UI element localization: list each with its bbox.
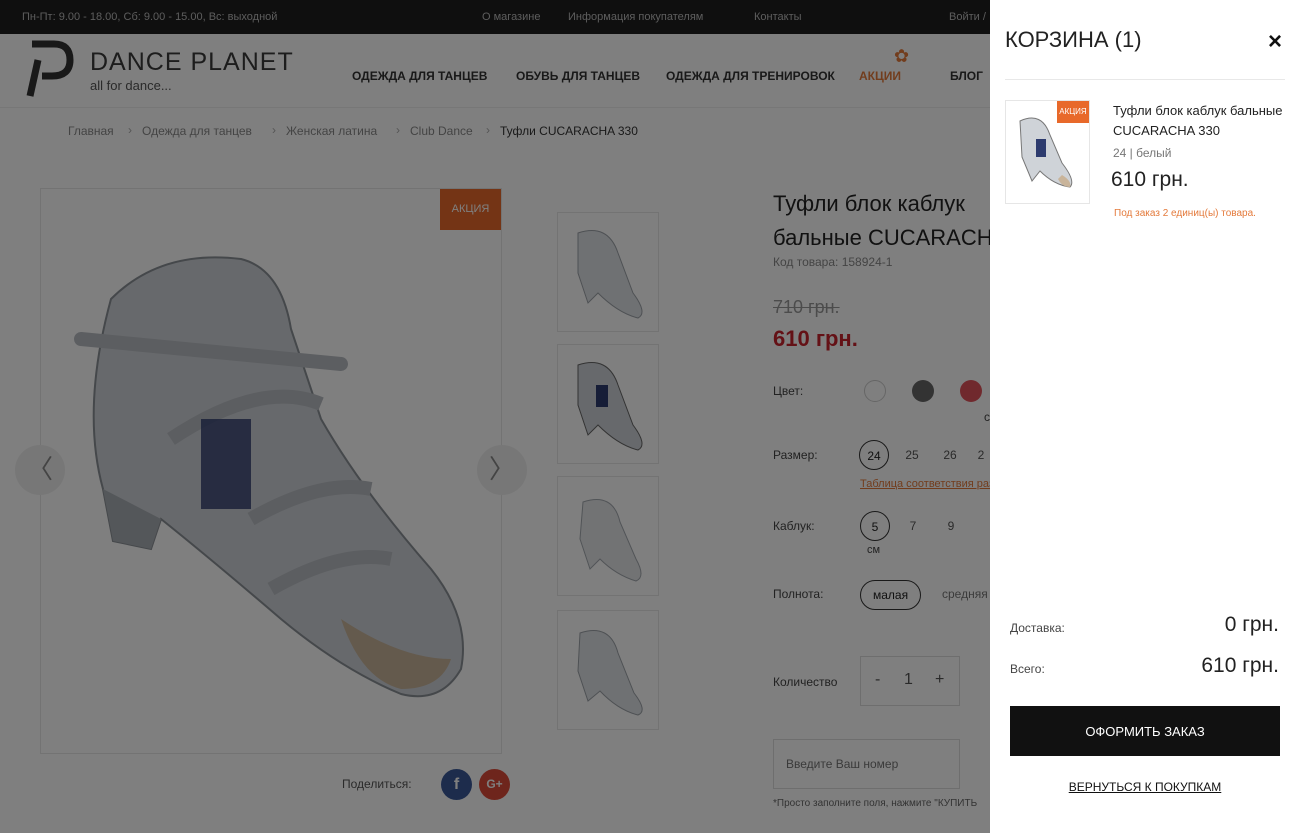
- close-icon[interactable]: ×: [1268, 28, 1282, 56]
- delivery-value: 0 грн.: [1224, 613, 1279, 636]
- total-value: 610 грн.: [1201, 654, 1279, 677]
- cart-item-variant: 24 | белый: [1113, 146, 1172, 160]
- cart-item-price: 610 грн.: [1111, 168, 1189, 191]
- cart-item-image[interactable]: АКЦИЯ: [1005, 100, 1090, 204]
- cart-panel: КОРЗИНА (1) × АКЦИЯ Туфли блок каблук ба…: [990, 0, 1300, 833]
- delivery-label: Доставка:: [1010, 621, 1065, 635]
- continue-shopping-link[interactable]: ВЕРНУТЬСЯ К ПОКУПКАМ: [1010, 780, 1280, 794]
- cart-divider: [1005, 79, 1285, 80]
- cart-item-sale-badge: АКЦИЯ: [1057, 101, 1089, 123]
- cart-title: КОРЗИНА (1): [1005, 27, 1142, 52]
- checkout-button[interactable]: ОФОРМИТЬ ЗАКАЗ: [1010, 706, 1280, 756]
- cart-item-name[interactable]: Туфли блок каблук бальные CUCARACHA 330: [1113, 101, 1288, 141]
- cart-item-preorder-note: Под заказ 2 единиц(ы) товара.: [1114, 208, 1256, 219]
- total-label: Всего:: [1010, 662, 1045, 676]
